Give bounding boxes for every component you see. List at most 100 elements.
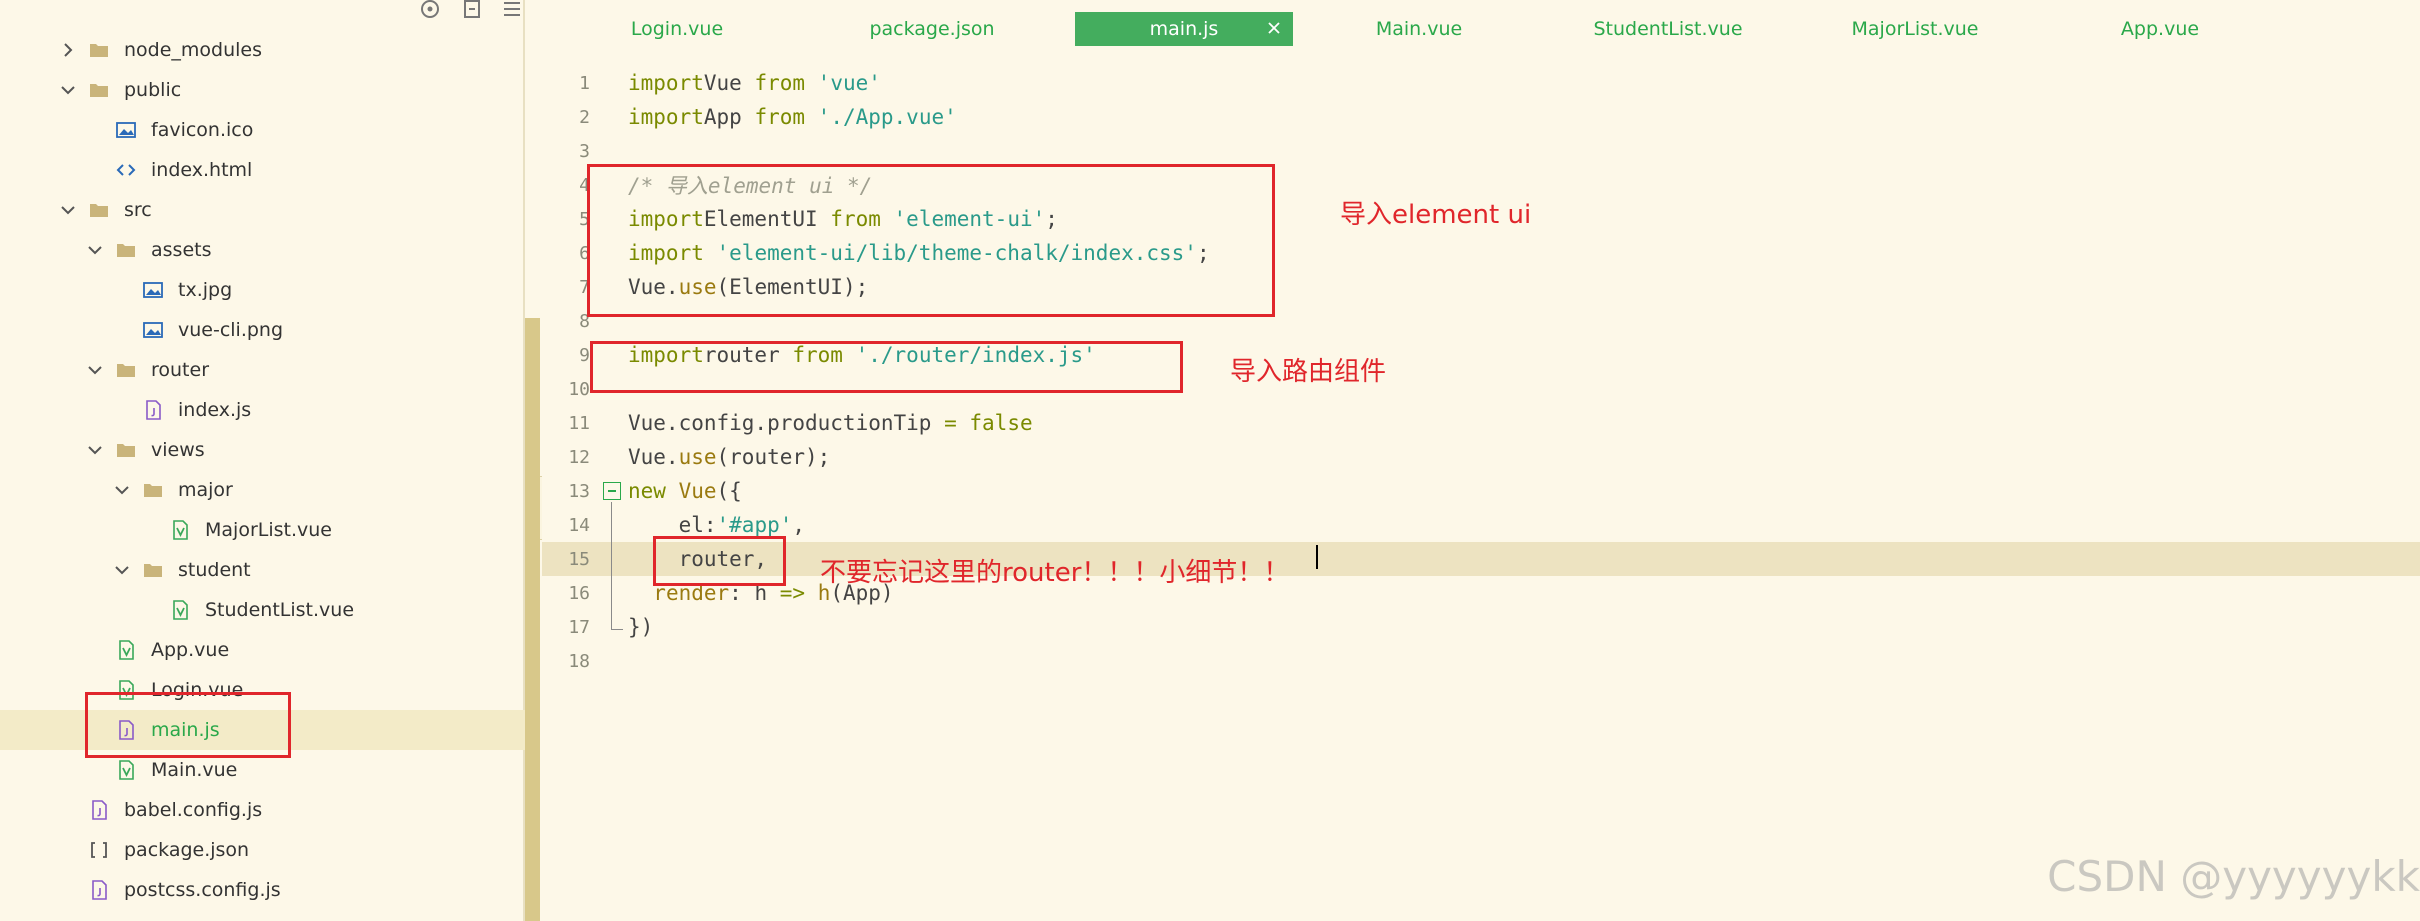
tree-item-app-vue[interactable]: App.vue [0,630,525,670]
chevron-down-icon[interactable] [112,560,132,580]
line-number: 11 [568,412,590,434]
chevron-down-icon[interactable] [112,480,132,500]
tab-label: StudentList.vue [1593,18,1743,40]
tree-item-src[interactable]: src [0,190,525,230]
chevron-down-icon[interactable] [85,360,105,380]
tree-item-student[interactable]: student [0,550,525,590]
folder-file-icon [88,39,110,61]
tree-item-majorlist-vue[interactable]: MajorList.vue [0,510,525,550]
file-explorer: node_modulespublic favicon.ico index.html s… [0,0,525,921]
line-number: 9 [579,344,590,366]
tree-item-label: assets [151,239,212,261]
line-number: 2 [579,106,590,128]
tree-item-label: MajorList.vue [205,519,332,541]
tree-item-label: App.vue [151,639,230,661]
tab-main-vue[interactable]: Main.vue [1308,12,1530,46]
code-line[interactable]: 14 el:'#app', [542,508,2420,542]
image-file-icon [142,319,164,341]
tree-item-major[interactable]: major [0,470,525,510]
tree-item-label: src [124,199,152,221]
tree-item-label: node_modules [124,39,263,61]
tree-item-babel-config-js[interactable]: babel.config.js [0,790,525,830]
tab-label: Login.vue [630,18,724,40]
image-file-icon [142,279,164,301]
vue-file-icon [115,759,137,781]
code-token: '#app' [716,513,793,537]
tree-item-label: Main.vue [151,759,238,781]
line-number: 6 [579,242,590,264]
code-token: el: [628,513,717,537]
tree-item-router[interactable]: router [0,350,525,390]
tree-item-public[interactable]: public [0,70,525,110]
tree-item-assets[interactable]: assets [0,230,525,270]
tree-item-postcss-config-js[interactable]: postcss.config.js [0,870,525,910]
tree-item-label: major [178,479,233,501]
code-token: Vue.config.productionTip [628,411,945,435]
tab-package-json[interactable]: package.json [817,12,1047,46]
code-token: from [754,71,806,95]
explorer-scrollbar[interactable] [525,318,540,921]
chevron-right-icon[interactable] [58,40,78,60]
line-number: 4 [579,174,590,196]
code-line[interactable]: 1 importVue from 'vue' [542,66,2420,100]
tab-app-vue[interactable]: App.vue [2054,12,2266,46]
code-line[interactable]: 12 Vue.use(router); [542,440,2420,474]
tree-item-package-json[interactable]: package.json [0,830,525,870]
fold-guide [611,502,623,630]
tree-item-label: babel.config.js [124,799,263,821]
line-number: 15 [568,548,590,570]
code-line[interactable]: 17}) [542,610,2420,644]
tab-login-vue[interactable]: Login.vue [582,12,772,46]
line-number: 14 [568,514,590,536]
folder-file-icon [115,439,137,461]
code-token: Vue. [628,445,679,469]
html-file-icon [115,159,137,181]
tree-item-index-js[interactable]: index.js [0,390,525,430]
line-number: 8 [579,310,590,332]
code-line[interactable]: 2 importApp from './App.vue' [542,100,2420,134]
code-line[interactable]: 13 new Vue({ [542,474,2420,508]
line-number: 13 [568,480,590,502]
crosshair-icon[interactable] [418,0,442,20]
code-line[interactable]: 3 [542,134,2420,168]
tree-item-favicon-ico[interactable]: favicon.ico [0,110,525,150]
code-line[interactable]: 18 [542,644,2420,678]
tree-item-node-modules[interactable]: node_modules [0,30,525,70]
code-token: Vue [678,479,717,503]
folder-file-icon [142,559,164,581]
chevron-down-icon[interactable] [85,440,105,460]
chevron-down-icon[interactable] [58,200,78,220]
tree-item-vue-cli-png[interactable]: vue-cli.png [0,310,525,350]
annotation-element-ui: 导入element ui [1340,200,1532,230]
tree-item-label: tx.jpg [178,279,233,301]
code-line[interactable]: 11 Vue.config.productionTip = false [542,406,2420,440]
fold-toggle-icon[interactable] [603,482,621,500]
chevron-down-icon[interactable] [58,80,78,100]
line-number: 10 [568,378,590,400]
vue-file-icon [115,639,137,661]
collapse-all-icon[interactable] [460,0,484,20]
code-token: , [792,513,806,537]
tree-item-index-html[interactable]: index.html [0,150,525,190]
tree-item-views[interactable]: views [0,430,525,470]
tab-majorlist-vue[interactable]: MajorList.vue [1804,12,2026,46]
tab-main-js[interactable]: main.js [1075,12,1293,46]
annotation-router-import: 导入路由组件 [1230,357,1387,387]
menu-icon[interactable] [500,0,524,20]
tree-item-studentlist-vue[interactable]: StudentList.vue [0,590,525,630]
tab-studentlist-vue[interactable]: StudentList.vue [1554,12,1782,46]
text-caret [1316,545,1318,569]
line-number: 1 [579,72,590,94]
code-text: }) [628,615,653,639]
code-text: importVue from 'vue' [628,71,881,95]
code-token: App [703,105,755,129]
close-icon[interactable] [1265,19,1283,37]
line-number: 3 [579,140,590,162]
code-token: './App.vue' [817,105,957,129]
tree-item-tx-jpg[interactable]: tx.jpg [0,270,525,310]
chevron-down-icon[interactable] [85,240,105,260]
code-token: import [628,105,704,129]
